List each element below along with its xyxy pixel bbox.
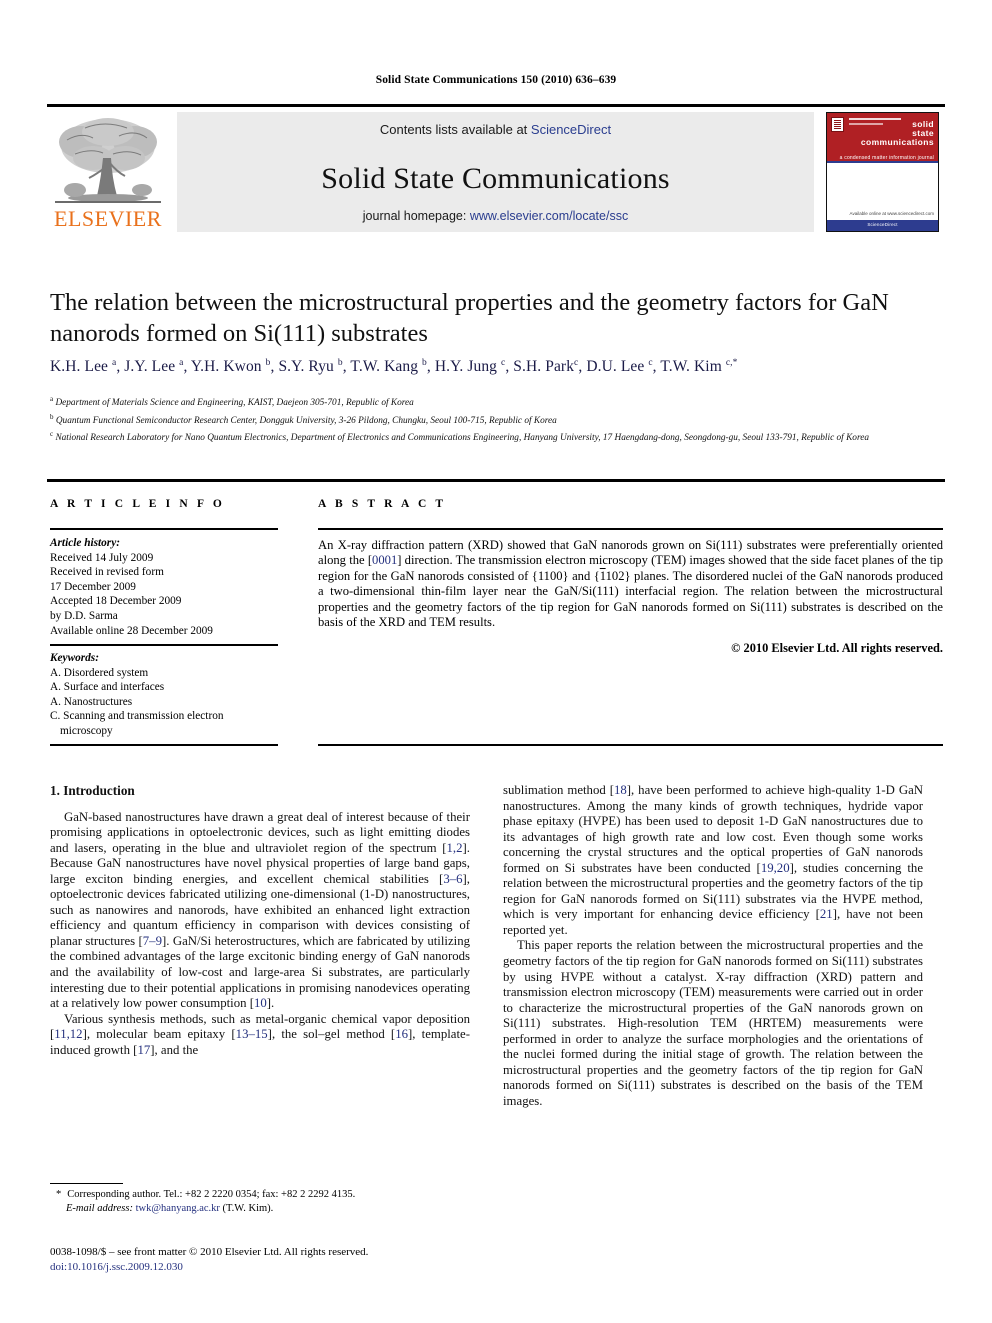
keyword-item-4: C. Scanning and transmission electron mi…: [50, 710, 224, 737]
email-address-link[interactable]: twk@hanyang.ac.kr: [136, 1203, 220, 1214]
homepage-prefix: journal homepage:: [362, 209, 470, 223]
cover-tagline: a condensed matter information journal: [839, 154, 934, 161]
affil-mark-a: a: [50, 395, 54, 403]
affiliation-c: c National Research Laboratory for Nano …: [50, 428, 940, 446]
paper-page: Solid State Communications 150 (2010) 63…: [0, 0, 992, 1323]
affiliation-a-text: Department of Materials Science and Engi…: [55, 398, 414, 409]
body-paragraph-right-1: sublimation method [18], have been perfo…: [503, 783, 924, 937]
keyword-item-1: A. Disordered system: [50, 666, 149, 679]
sciencedirect-link[interactable]: ScienceDirect: [531, 122, 611, 137]
header-top-rule: [47, 104, 945, 107]
info-heading-rule: [50, 528, 278, 530]
abstract-heading-rule: [318, 528, 943, 531]
cover-blue-bar: ScienceDirect: [827, 220, 938, 231]
footnote-block: * Corresponding author. Tel.: +82 2 2220 …: [50, 1188, 470, 1216]
doi-link[interactable]: doi:10.1016/j.ssc.2009.12.030: [50, 1260, 480, 1275]
keyword-item-2: A. Surface and interfaces: [50, 681, 165, 694]
journal-title: Solid State Communications: [321, 162, 670, 195]
elsevier-logo: ELSEVIER: [47, 112, 169, 232]
corresponding-author-line: * Corresponding author. Tel.: +82 2 2220 …: [50, 1188, 470, 1202]
cover-divider: [827, 161, 938, 163]
body-column-left: 1. Introduction GaN-based nanostructures…: [50, 783, 470, 1058]
abstract-bottom-rule: [318, 744, 943, 747]
article-history-block: Article history: Received 14 July 2009 R…: [50, 536, 278, 638]
citation-link[interactable]: 13–15: [236, 1027, 268, 1041]
info-bottom-rule: [50, 744, 278, 747]
affiliation-b-text: Quantum Functional Semiconductor Researc…: [55, 415, 557, 426]
body-paragraph-right-2: This paper reports the relation between …: [503, 938, 923, 1108]
citation-link[interactable]: 17: [137, 1043, 150, 1057]
body-column-right: sublimation method [18], have been perfo…: [503, 783, 923, 1109]
citation-link[interactable]: 11,12: [54, 1027, 82, 1041]
elsevier-tree-icon: [55, 118, 161, 203]
history-item-revised-date: 17 December 2009: [50, 580, 136, 593]
journal-homepage-line: journal homepage: www.elsevier.com/locat…: [177, 209, 814, 223]
author-list: K.H. Lee a, J.Y. Lee a, Y.H. Kwon b, S.Y…: [50, 358, 738, 376]
affiliations-block: a Department of Materials Science and En…: [50, 393, 940, 446]
corresponding-author-marker: *: [56, 1189, 62, 1200]
body-paragraph-left-2: Various synthesis methods, such as metal…: [50, 1011, 470, 1057]
elsevier-wordmark: ELSEVIER: [54, 206, 162, 231]
abstract-text-block: An X-ray diffraction pattern (XRD) showe…: [318, 538, 943, 657]
abstract-column: A B S T R A C T: [318, 498, 943, 510]
contents-prefix: Contents lists available at: [379, 122, 531, 137]
history-item-accepted: Accepted 18 December 2009: [50, 595, 182, 608]
keywords-label: Keywords:: [50, 652, 99, 664]
cover-tagline-bar: a condensed matter information journal: [827, 154, 938, 161]
cover-bottom-note: ScienceDirect: [867, 222, 898, 227]
journal-cover-thumbnail: solid state communications a condensed m…: [826, 112, 939, 232]
affil-mark-b: b: [50, 412, 54, 421]
history-item-revised-form: Received in revised form: [50, 566, 164, 579]
footnote-rule: [50, 1183, 123, 1185]
keyword-item-3: A. Nanostructures: [50, 695, 133, 708]
history-item-received: Received 14 July 2009: [50, 551, 154, 564]
article-history-label: Article history:: [50, 537, 120, 549]
contents-banner: Contents lists available at ScienceDirec…: [177, 112, 814, 232]
contents-available-line: Contents lists available at ScienceDirec…: [177, 122, 814, 137]
cover-title-text: solid state communications: [861, 120, 934, 147]
cover-red-block: solid state communications: [827, 113, 938, 154]
running-head: Solid State Communications 150 (2010) 63…: [375, 74, 617, 86]
journal-homepage-link[interactable]: www.elsevier.com/locate/ssc: [470, 209, 628, 223]
citation-link[interactable]: 21: [820, 907, 833, 921]
keywords-top-rule: [50, 644, 278, 647]
email-owner: (T.W. Kim).: [222, 1203, 274, 1214]
article-info-heading: A R T I C L E I N F O: [50, 498, 225, 510]
corresponding-author-text: Corresponding author. Tel.: +82 2 2220 0…: [67, 1189, 356, 1200]
citation-link[interactable]: 19,20: [761, 861, 790, 875]
issn-block: 0038-1098/$ – see front matter © 2010 El…: [50, 1245, 480, 1274]
body-paragraph-left-1: GaN-based nanostructures have drawn a gr…: [50, 809, 471, 1011]
affiliation-c-text: National Research Laboratory for Nano Qu…: [55, 433, 869, 444]
keywords-block: Keywords: A. Disordered system A. Surfac…: [50, 651, 278, 739]
citation-link[interactable]: 16: [395, 1027, 408, 1041]
cover-footer-note: Available online at www.sciencedirect.co…: [849, 210, 934, 216]
affiliation-a: a Department of Materials Science and En…: [50, 393, 940, 411]
cover-title-line3: communications: [860, 137, 934, 147]
paper-title: The relation between the microstructural…: [50, 289, 889, 347]
citation-link[interactable]: 0001: [372, 553, 397, 567]
issn-line: 0038-1098/$ – see front matter © 2010 El…: [50, 1246, 369, 1258]
citation-link[interactable]: 7–9: [143, 934, 162, 948]
abstract-heading: A B S T R A C T: [318, 498, 447, 510]
affiliation-b: b Quantum Functional Semiconductor Resea…: [50, 411, 940, 429]
journal-header-band: ELSEVIER Contents lists available at Sci…: [47, 104, 945, 232]
affil-mark-c: c: [50, 430, 54, 439]
email-label: E-mail address:: [66, 1203, 133, 1214]
citation-link[interactable]: 10: [254, 996, 267, 1010]
citation-link[interactable]: 18: [614, 783, 627, 797]
citation-link[interactable]: 3–6: [443, 872, 462, 886]
abstract-copyright: © 2010 Elsevier Ltd. All rights reserved…: [731, 641, 943, 656]
history-item-editor: by D.D. Sarma: [50, 609, 118, 622]
history-item-online: Available online 28 December 2009: [50, 624, 213, 637]
article-info-column: A R T I C L E I N F O: [50, 498, 278, 510]
email-line: E-mail address: twk@hanyang.ac.kr (T.W. …: [50, 1202, 470, 1216]
info-top-rule: [47, 479, 945, 482]
cover-emblem-icon: [831, 117, 844, 132]
citation-link[interactable]: 1,2: [447, 841, 463, 855]
section-heading-introduction: 1. Introduction: [50, 783, 135, 798]
